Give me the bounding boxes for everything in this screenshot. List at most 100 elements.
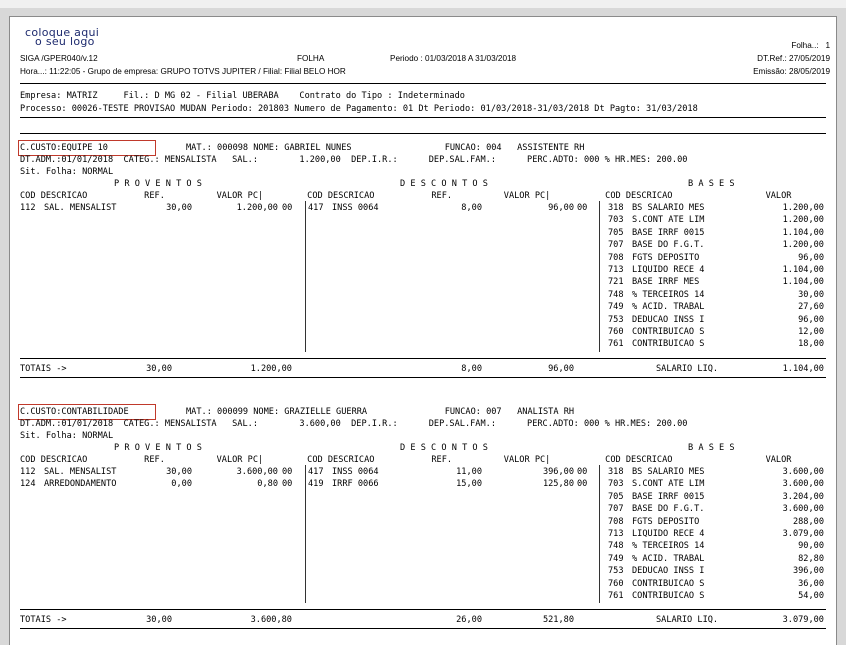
proventos-desc: SAL. MENSALIST <box>44 467 117 477</box>
net-salary-value: 3.079,00 <box>782 615 824 626</box>
emission-date: Emissão: 28/05/2019 <box>753 67 830 76</box>
bases-desc: CONTRIBUICAO S <box>632 591 705 601</box>
bases-cod: 705 <box>608 491 624 502</box>
proventos-title: P R O V E N T O S <box>114 179 202 189</box>
totals-descontos-valor: 96,00 <box>548 363 574 374</box>
bases-valor: 82,80 <box>798 553 824 564</box>
bases-desc: BASE IRRF 0015 <box>632 491 705 502</box>
proventos-header: COD DESCRICAO REF. VALOR PC| <box>20 455 264 465</box>
totals-descontos-ref: 8,00 <box>461 363 482 374</box>
employee-admission-line: DT.ADM.:01/01/2018 CATEG.: MENSALISTA SA… <box>20 155 688 165</box>
employee-status: Sit. Folha: NORMAL <box>20 431 114 441</box>
descontos-desc: INSS 0064 <box>332 467 379 477</box>
proventos-cod: 112 <box>20 203 36 213</box>
descontos-pc: 00 <box>577 467 588 477</box>
bases-valor: 3.600,00 <box>782 479 824 490</box>
descontos-desc: INSS 0064 <box>332 203 379 213</box>
bases-header: COD DESCRICAO VALOR <box>600 455 792 465</box>
bases-cod: 748 <box>608 289 624 300</box>
divider <box>20 83 826 84</box>
descontos-ref: 8,00 <box>461 203 482 213</box>
bases-valor: 3.079,00 <box>782 529 824 539</box>
bases-valor: 96,00 <box>798 252 824 263</box>
employee-info: MAT.: 000099 NOME: GRAZIELLE GUERRA FUNC… <box>186 407 575 417</box>
bases-desc: % TERCEIROS 14 <box>632 541 705 552</box>
descontos-valor: 396,00 <box>542 467 574 477</box>
bases-valor: 396,00 <box>792 566 824 577</box>
bases-desc: DEDUCAO INSS I <box>632 566 705 577</box>
report-type: FOLHA <box>297 54 325 63</box>
bases-valor: 1.104,00 <box>782 227 824 238</box>
employee-admission-line: DT.ADM.:01/01/2018 CATEG.: MENSALISTA SA… <box>20 419 688 429</box>
proventos-ref: 0,00 <box>171 479 192 490</box>
bases-desc: BS SALARIO MES <box>632 203 705 213</box>
bases-desc: LIQUIDO RECE 4 <box>632 529 705 539</box>
totals-proventos-ref: 30,00 <box>146 363 172 374</box>
bases-desc: BS SALARIO MES <box>632 467 705 477</box>
proventos-desc: ARREDONDAMENTO <box>44 479 117 490</box>
descontos-ref: 11,00 <box>456 467 482 477</box>
reference-date: DT.Ref.: 27/05/2019 <box>757 54 830 63</box>
bases-cod: 749 <box>608 553 624 564</box>
net-salary-label: SALARIO LIQ. <box>656 615 719 626</box>
column-separator <box>305 465 306 604</box>
descontos-cod: 417 <box>308 467 324 477</box>
system-id: SIGA /GPER040/v.12 <box>20 54 98 63</box>
bases-cod: 708 <box>608 516 624 527</box>
bases-cod: 703 <box>608 215 624 226</box>
cost-center: C.CUSTO:EQUIPE 10 <box>20 143 108 153</box>
bases-title: B A S E S <box>688 443 735 453</box>
bases-desc: BASE DO F.G.T. <box>632 240 705 251</box>
bases-cod: 713 <box>608 265 624 275</box>
proventos-header: COD DESCRICAO REF. VALOR PC| <box>20 191 264 201</box>
bases-title: B A S E S <box>688 179 735 189</box>
bases-valor: 54,00 <box>798 591 824 601</box>
bases-valor: 90,00 <box>798 541 824 552</box>
divider <box>20 376 826 378</box>
bases-valor: 96,00 <box>798 314 824 325</box>
bases-cod: 721 <box>608 277 624 288</box>
bases-desc: % ACID. TRABAL <box>632 553 705 564</box>
totals-proventos-valor: 3.600,80 <box>250 615 292 626</box>
bases-cod: 749 <box>608 302 624 313</box>
proventos-pc: 00 <box>282 479 293 490</box>
descontos-pc: 00 <box>577 203 588 213</box>
descontos-valor: 96,00 <box>548 203 574 213</box>
bases-cod: 753 <box>608 566 624 577</box>
divider <box>20 609 826 611</box>
proventos-cod: 112 <box>20 467 36 477</box>
totals-descontos-ref: 26,00 <box>456 615 482 626</box>
proventos-title: P R O V E N T O S <box>114 443 202 453</box>
bases-cod: 761 <box>608 591 624 601</box>
bases-valor: 30,00 <box>798 289 824 300</box>
bases-desc: BASE IRRF 0015 <box>632 227 705 238</box>
bases-valor: 1.104,00 <box>782 277 824 288</box>
bases-valor: 288,00 <box>792 516 824 527</box>
bases-cod: 748 <box>608 541 624 552</box>
descontos-cod: 417 <box>308 203 324 213</box>
bases-valor: 3.204,00 <box>782 491 824 502</box>
bases-header: COD DESCRICAO VALOR <box>600 191 792 201</box>
employee-status: Sit. Folha: NORMAL <box>20 167 114 177</box>
bases-valor: 1.200,00 <box>782 240 824 251</box>
divider <box>20 117 826 118</box>
descontos-desc: IRRF 0066 <box>332 479 379 490</box>
bases-cod: 708 <box>608 252 624 263</box>
bases-cod: 713 <box>608 529 624 539</box>
logo-line-2: o seu logo <box>35 35 95 48</box>
bases-desc: CONTRIBUICAO S <box>632 339 705 350</box>
bases-cod: 760 <box>608 327 624 337</box>
bases-desc: CONTRIBUICAO S <box>632 327 705 337</box>
bases-valor: 1.104,00 <box>782 265 824 275</box>
proventos-ref: 30,00 <box>166 203 192 213</box>
proventos-ref: 30,00 <box>166 467 192 477</box>
totals-label: TOTAIS -> <box>20 363 67 374</box>
proventos-valor: 0,80 <box>257 479 278 490</box>
bases-desc: % ACID. TRABAL <box>632 302 705 313</box>
proventos-pc: 00 <box>282 203 293 213</box>
report-page: coloque aqui o seu logo SIGA /GPER040/v.… <box>9 16 837 645</box>
descontos-valor: 125,80 <box>542 479 574 490</box>
bases-desc: S.CONT ATE LIM <box>632 215 705 226</box>
bases-valor: 12,00 <box>798 327 824 337</box>
totals-proventos-ref: 30,00 <box>146 615 172 626</box>
